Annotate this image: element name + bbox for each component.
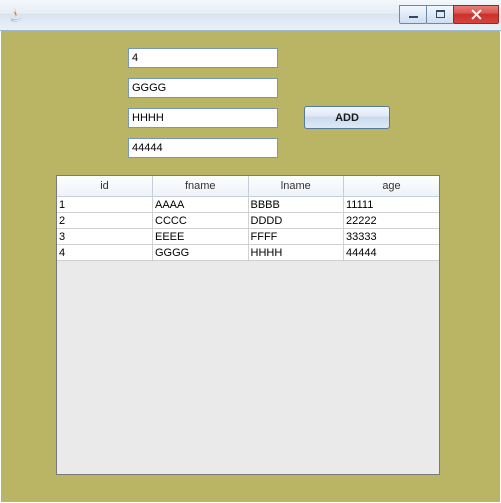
cell[interactable]: 44444 xyxy=(344,245,440,261)
close-button[interactable] xyxy=(453,5,499,24)
java-icon xyxy=(8,7,24,23)
cell[interactable]: DDDD xyxy=(248,213,344,229)
col-header-fname[interactable]: fname xyxy=(153,176,249,197)
add-button[interactable]: ADD xyxy=(304,106,390,129)
titlebar[interactable] xyxy=(0,0,501,31)
table-row[interactable]: 1 AAAA BBBB 11111 xyxy=(57,197,439,213)
table-row[interactable]: 4 GGGG HHHH 44444 xyxy=(57,245,439,261)
age-field[interactable] xyxy=(128,138,278,158)
id-field[interactable] xyxy=(128,48,278,68)
cell[interactable]: 4 xyxy=(57,245,153,261)
table-row[interactable]: 3 EEEE FFFF 33333 xyxy=(57,229,439,245)
data-table[interactable]: id fname lname age 1 AAAA BBBB 11111 xyxy=(57,176,439,261)
window-controls xyxy=(400,6,499,25)
app-window: ADD id fname lname age 1 xyxy=(0,0,501,503)
cell[interactable]: AAAA xyxy=(153,197,249,213)
cell[interactable]: 22222 xyxy=(344,213,440,229)
lname-field[interactable] xyxy=(128,108,278,128)
cell[interactable]: HHHH xyxy=(248,245,344,261)
fname-field[interactable] xyxy=(128,78,278,98)
cell[interactable]: CCCC xyxy=(153,213,249,229)
col-header-id[interactable]: id xyxy=(57,176,153,197)
table-header-row: id fname lname age xyxy=(57,176,439,197)
cell[interactable]: 11111 xyxy=(344,197,440,213)
cell[interactable]: BBBB xyxy=(248,197,344,213)
col-header-lname[interactable]: lname xyxy=(248,176,344,197)
cell[interactable]: EEEE xyxy=(153,229,249,245)
cell[interactable]: 1 xyxy=(57,197,153,213)
content-pane: ADD id fname lname age 1 xyxy=(0,31,501,503)
cell[interactable]: 33333 xyxy=(344,229,440,245)
data-table-container: id fname lname age 1 AAAA BBBB 11111 xyxy=(56,175,440,475)
cell[interactable]: FFFF xyxy=(248,229,344,245)
minimize-button[interactable] xyxy=(399,5,427,24)
cell[interactable]: GGGG xyxy=(153,245,249,261)
col-header-age[interactable]: age xyxy=(344,176,440,197)
maximize-button[interactable] xyxy=(426,5,454,24)
cell[interactable]: 2 xyxy=(57,213,153,229)
table-row[interactable]: 2 CCCC DDDD 22222 xyxy=(57,213,439,229)
cell[interactable]: 3 xyxy=(57,229,153,245)
